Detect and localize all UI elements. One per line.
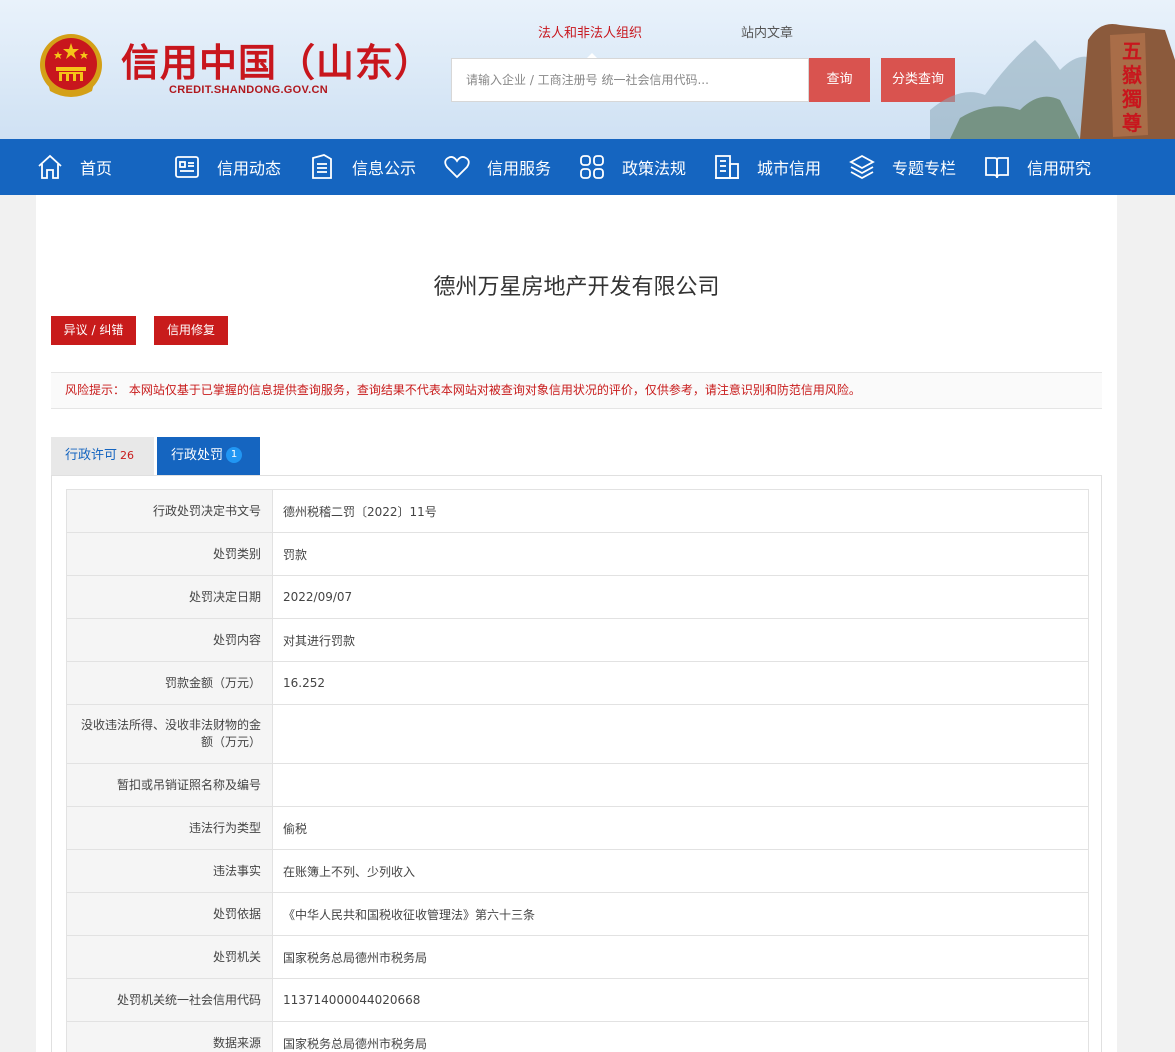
search-input[interactable]: 请输入企业 / 工商注册号 统一社会信用代码... [451, 58, 809, 102]
news-icon [175, 156, 199, 178]
nav-item-city-credit[interactable]: 城市信用 [713, 139, 821, 195]
search-tab-organizations[interactable]: 法人和非法人组织 [538, 22, 642, 41]
national-emblem-icon[interactable] [38, 31, 104, 101]
site-header: 信用中国（山东） CREDIT.SHANDONG.GOV.CN 法人和非法人组织… [0, 0, 1175, 139]
field-label: 处罚内容 [66, 618, 273, 662]
field-label: 数据来源 [66, 1021, 273, 1052]
table-row: 处罚机关统一社会信用代码 113714000044020668 [66, 978, 1089, 1022]
home-icon [38, 154, 62, 179]
dispute-correction-button[interactable]: 异议 / 纠错 [51, 316, 136, 345]
field-value: 在账簿上不列、少列收入 [272, 849, 1089, 893]
search-tab-articles[interactable]: 站内文章 [741, 22, 793, 41]
nav-item-info-disclosure[interactable]: 信息公示 [308, 139, 416, 195]
nav-label: 信用研究 [1027, 159, 1092, 178]
site-domain: CREDIT.SHANDONG.GOV.CN [169, 84, 328, 96]
table-row: 行政处罚决定书文号 德州税稽二罚〔2022〕11号 [66, 489, 1089, 533]
nav-label: 信用动态 [217, 159, 282, 178]
nav-item-credit-research[interactable]: 信用研究 [983, 139, 1091, 195]
field-label: 处罚决定日期 [66, 575, 273, 619]
building-icon [715, 155, 739, 179]
field-value: 国家税务总局德州市税务局 [272, 935, 1089, 979]
table-row: 处罚决定日期 2022/09/07 [66, 575, 1089, 619]
table-row: 暂扣或吊销证照名称及编号 [66, 763, 1089, 807]
scenery-inscription: 五 [1122, 39, 1142, 63]
field-label: 罚款金额（万元） [66, 661, 273, 705]
table-row: 数据来源 国家税务总局德州市税务局 [66, 1021, 1089, 1052]
field-label: 没收违法所得、没收非法财物的金额（万元） [66, 704, 273, 764]
heart-icon [444, 156, 470, 179]
field-value: 2022/09/07 [272, 575, 1089, 619]
tab-administrative-penalty[interactable]: 行政处罚 1 [157, 437, 260, 475]
field-value: 113714000044020668 [272, 978, 1089, 1022]
tab-count-badge: 26 [120, 449, 135, 462]
query-button[interactable]: 查询 [809, 58, 870, 102]
table-row: 罚款金额（万元） 16.252 [66, 661, 1089, 705]
mount-tai-scenery-image: 五 嶽 獨 尊 [930, 24, 1175, 139]
risk-notice: 风险提示： 本网站仅基于已掌握的信息提供查询服务，查询结果不代表本网站对被查询对… [51, 372, 1102, 409]
nav-label: 政策法规 [622, 159, 687, 178]
nav-item-special-topics[interactable]: 专题专栏 [848, 139, 956, 195]
table-row: 违法行为类型 偷税 [66, 806, 1089, 850]
credit-repair-button[interactable]: 信用修复 [154, 316, 228, 345]
tab-administrative-permit[interactable]: 行政许可 26 [51, 437, 154, 475]
nav-item-credit-services[interactable]: 信用服务 [443, 139, 551, 195]
field-label: 违法行为类型 [66, 806, 273, 850]
field-label: 处罚机关 [66, 935, 273, 979]
penalty-detail-table: 行政处罚决定书文号 德州税稽二罚〔2022〕11号 处罚类别 罚款 处罚决定日期 20… [66, 489, 1089, 1052]
field-value: 16.252 [272, 661, 1089, 705]
site-title[interactable]: 信用中国（山东） [121, 32, 433, 87]
field-label: 违法事实 [66, 849, 273, 893]
tab-label: 行政许可 [65, 448, 118, 463]
table-row: 处罚类别 罚款 [66, 532, 1089, 576]
nav-item-home[interactable]: 首页 [36, 139, 112, 195]
field-value [272, 763, 1089, 807]
main-navbar: 首页 信用动态 信息公示 信用服务 政策法规 城市信用 专题专栏 信用研究 [0, 139, 1175, 195]
field-value [272, 704, 1089, 764]
svg-text:嶽: 嶽 [1122, 63, 1142, 87]
company-name: 德州万星房地产开发有限公司 [433, 275, 720, 300]
field-value: 对其进行罚款 [272, 618, 1089, 662]
svg-text:獨: 獨 [1121, 87, 1142, 111]
field-label: 行政处罚决定书文号 [66, 489, 273, 533]
field-value: 罚款 [272, 532, 1089, 576]
tab-label: 行政处罚 [171, 448, 224, 463]
nav-item-credit-news[interactable]: 信用动态 [173, 139, 281, 195]
table-row: 处罚内容 对其进行罚款 [66, 618, 1089, 662]
document-icon [312, 154, 332, 179]
nav-label: 信息公示 [352, 159, 417, 178]
field-value: 德州税稽二罚〔2022〕11号 [272, 489, 1089, 533]
nav-label: 专题专栏 [892, 159, 957, 178]
field-label: 暂扣或吊销证照名称及编号 [66, 763, 273, 807]
table-row: 违法事实 在账簿上不列、少列收入 [66, 849, 1089, 893]
field-label: 处罚机关统一社会信用代码 [66, 978, 273, 1022]
penalty-panel: 行政处罚决定书文号 德州税稽二罚〔2022〕11号 处罚类别 罚款 处罚决定日期 20… [51, 475, 1102, 1052]
table-row: 处罚机关 国家税务总局德州市税务局 [66, 935, 1089, 979]
grid-icon [580, 155, 604, 179]
search-tabs: 法人和非法人组织 站内文章 [451, 22, 871, 59]
field-value: 《中华人民共和国税收征收管理法》第六十三条 [272, 892, 1089, 936]
table-row: 没收违法所得、没收非法财物的金额（万元） [66, 704, 1089, 764]
field-value: 偷税 [272, 806, 1089, 850]
main-content: 德州万星房地产开发有限公司 异议 / 纠错 信用修复 风险提示： 本网站仅基于已… [36, 195, 1117, 1052]
svg-text:尊: 尊 [1122, 111, 1142, 135]
field-label: 处罚依据 [66, 892, 273, 936]
layers-icon [849, 154, 875, 180]
nav-item-policies[interactable]: 政策法规 [578, 139, 686, 195]
tab-count-badge: 1 [226, 446, 243, 463]
table-row: 处罚依据 《中华人民共和国税收征收管理法》第六十三条 [66, 892, 1089, 936]
field-value: 国家税务总局德州市税务局 [272, 1021, 1089, 1052]
nav-label: 首页 [80, 159, 113, 178]
book-icon [985, 157, 1009, 179]
field-label: 处罚类别 [66, 532, 273, 576]
nav-label: 城市信用 [757, 159, 822, 178]
nav-label: 信用服务 [487, 159, 552, 178]
